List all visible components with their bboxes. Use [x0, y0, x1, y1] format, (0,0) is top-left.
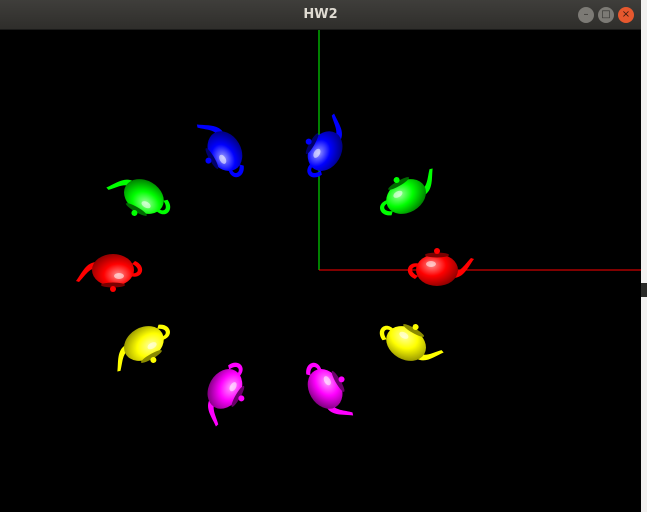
- teapot-yellow: [379, 324, 444, 361]
- scene-canvas: [76, 30, 641, 427]
- teapot-green: [380, 168, 433, 216]
- teapot-red: [407, 248, 474, 286]
- close-icon: ×: [621, 9, 631, 20]
- teapot-magenta: [306, 362, 354, 416]
- close-button[interactable]: ×: [618, 7, 634, 23]
- teapot-blue: [305, 113, 343, 178]
- title-bar[interactable]: HW2 – □ ×: [0, 0, 641, 30]
- desktop-edge: [641, 0, 647, 512]
- maximize-icon: □: [601, 9, 611, 20]
- teapot-red: [76, 254, 143, 292]
- background-window-sliver: [641, 283, 647, 297]
- window-title: HW2: [303, 7, 338, 22]
- minimize-icon: –: [583, 9, 589, 20]
- teapot-yellow: [117, 324, 170, 372]
- gl-viewport[interactable]: [0, 30, 641, 512]
- teapot-green: [106, 179, 171, 216]
- maximize-button[interactable]: □: [598, 7, 614, 23]
- teapot-magenta: [207, 362, 245, 427]
- app-window: HW2 – □ ×: [0, 0, 641, 512]
- teapot-blue: [196, 124, 244, 178]
- minimize-button[interactable]: –: [578, 7, 594, 23]
